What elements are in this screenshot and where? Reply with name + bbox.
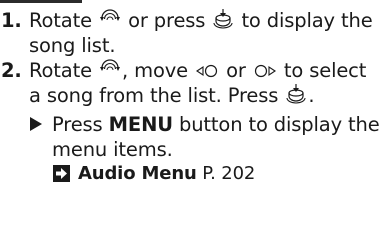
step-2-number: 2. bbox=[1, 59, 22, 82]
menu-note: Press MENU button to display the menu it… bbox=[0, 112, 381, 162]
reference-page: P. 202 bbox=[202, 163, 256, 184]
rotate-knob-icon bbox=[99, 8, 121, 30]
triangle-bullet-icon bbox=[30, 117, 42, 131]
move-right-icon bbox=[253, 63, 277, 79]
step-2-text-period: . bbox=[308, 84, 315, 107]
cross-reference[interactable]: Audio Menu P. 202 bbox=[0, 162, 381, 186]
step-2-text-rotate: Rotate bbox=[29, 59, 92, 82]
step-2-text-or: or bbox=[226, 59, 246, 82]
reference-title[interactable]: Audio Menu bbox=[78, 163, 197, 184]
rotate-knob-icon bbox=[99, 58, 121, 80]
step-1-text-rotate: Rotate bbox=[29, 9, 92, 32]
step-1-text-press: or press bbox=[128, 9, 206, 32]
step-1: 1. Rotate or press to display the song l… bbox=[0, 8, 381, 58]
instruction-content: 1. Rotate or press to display the song l… bbox=[0, 8, 381, 186]
press-knob-icon bbox=[285, 83, 307, 105]
section-header-bar bbox=[0, 0, 82, 3]
step-2: 2. Rotate , move or to select a song fro… bbox=[0, 58, 381, 108]
note-prefix: Press bbox=[52, 113, 103, 136]
press-knob-icon bbox=[212, 8, 234, 30]
move-left-icon bbox=[195, 63, 219, 79]
step-1-number: 1. bbox=[1, 9, 22, 32]
note-menu-label: MENU bbox=[108, 113, 173, 136]
reference-arrow-icon bbox=[53, 165, 70, 182]
step-2-text-move: , move bbox=[122, 59, 188, 82]
